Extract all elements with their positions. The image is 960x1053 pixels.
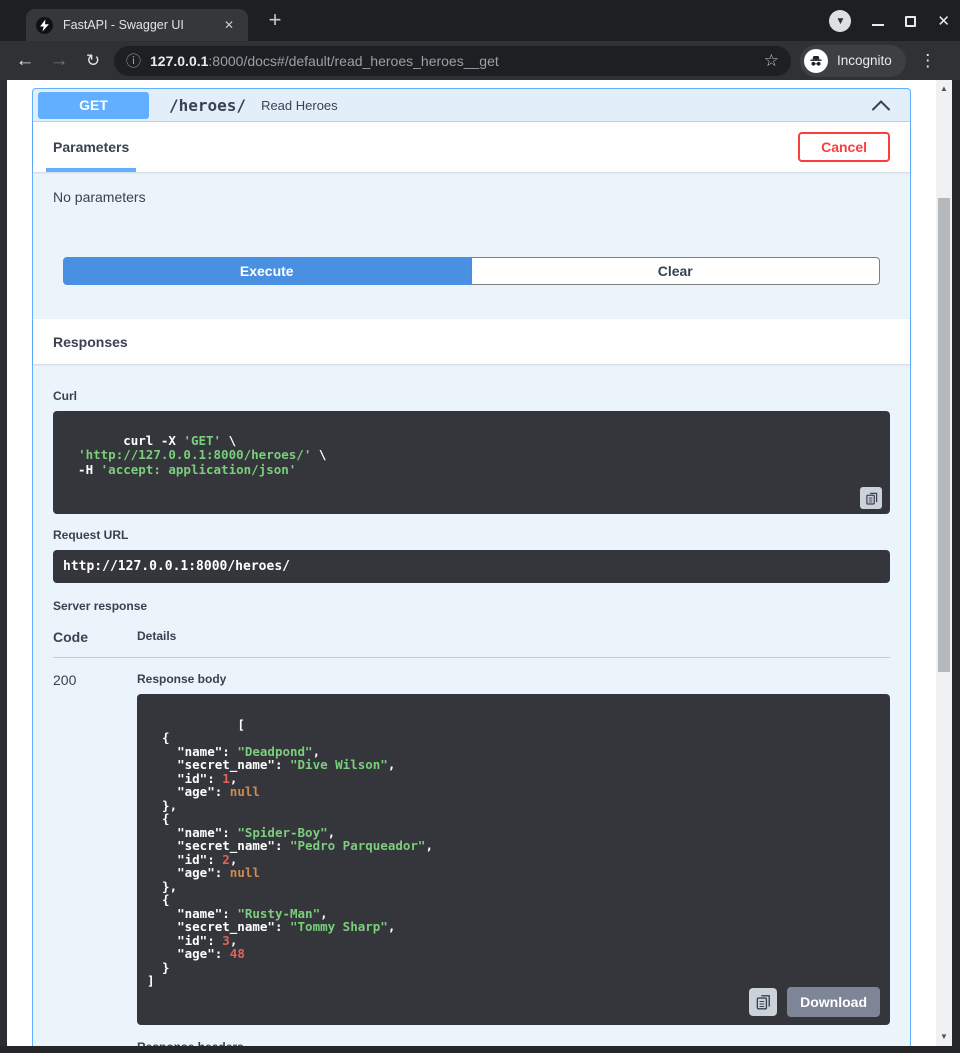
- scroll-down-arrow-icon[interactable]: ▼: [936, 1030, 952, 1044]
- tab-title: FastAPI - Swagger UI: [63, 18, 220, 32]
- browser-titlebar: FastAPI - Swagger UI ✕ + ▼ ✕: [0, 0, 960, 41]
- status-code: 200: [53, 672, 137, 1046]
- bookmark-star-icon[interactable]: ☆: [764, 51, 779, 71]
- response-body-json: [ { "name": "Deadpond", "secret_name": "…: [147, 717, 433, 989]
- tab-parameters[interactable]: Parameters: [46, 122, 136, 172]
- window-edge-right: [952, 80, 960, 1053]
- browser-tab[interactable]: FastAPI - Swagger UI ✕: [26, 9, 248, 41]
- browser-menu-icon[interactable]: ⋮: [919, 51, 937, 71]
- reload-button[interactable]: ↻: [76, 51, 110, 71]
- response-row-200: 200 Response body [ { "name": "Deadpond"…: [53, 672, 890, 1046]
- incognito-label: Incognito: [837, 53, 892, 68]
- copy-curl-button[interactable]: [860, 487, 882, 509]
- details-column-header: Details: [137, 629, 176, 645]
- curl-code: curl -X 'GET' \ 'http://127.0.0.1:8000/h…: [53, 411, 890, 514]
- cancel-button[interactable]: Cancel: [798, 132, 890, 162]
- response-body-code: [ { "name": "Deadpond", "secret_name": "…: [137, 694, 890, 1025]
- incognito-badge: Incognito: [800, 45, 906, 77]
- download-button[interactable]: Download: [787, 987, 880, 1017]
- scroll-up-arrow-icon[interactable]: ▲: [936, 82, 952, 96]
- swagger-page: GET /heroes/ Read Heroes Parameters Canc…: [7, 80, 936, 1046]
- no-parameters-text: No parameters: [33, 172, 910, 222]
- url-bar[interactable]: ⓘ 127.0.0.1:8000/docs#/default/read_hero…: [114, 46, 791, 76]
- http-method-badge: GET: [38, 92, 149, 119]
- copy-response-button[interactable]: [749, 988, 777, 1016]
- execute-button[interactable]: Execute: [63, 257, 471, 285]
- url-text: 127.0.0.1:8000/docs#/default/read_heroes…: [150, 53, 499, 69]
- page-scrollbar[interactable]: ▲ ▼: [936, 80, 952, 1046]
- tab-close-icon[interactable]: ✕: [220, 16, 238, 34]
- window-edge-left: [0, 80, 7, 1046]
- response-body-label: Response body: [137, 672, 890, 686]
- scrollbar-thumb[interactable]: [938, 198, 950, 672]
- new-tab-button[interactable]: +: [262, 7, 288, 33]
- minimize-button[interactable]: [872, 24, 884, 26]
- endpoint-summary: Read Heroes: [261, 98, 338, 113]
- response-table-header: Code Details: [53, 629, 890, 658]
- parameters-header: Parameters Cancel: [33, 122, 910, 172]
- back-button[interactable]: ←: [8, 50, 42, 72]
- parameters-tab-label: Parameters: [53, 139, 129, 155]
- tab-search-icon[interactable]: ▼: [829, 10, 851, 32]
- curl-label: Curl: [53, 389, 890, 403]
- clear-button[interactable]: Clear: [471, 257, 881, 285]
- responses-body: Curl curl -X 'GET' \ 'http://127.0.0.1:8…: [33, 364, 910, 1046]
- browser-toolbar: ← → ↻ ⓘ 127.0.0.1:8000/docs#/default/rea…: [0, 41, 960, 80]
- site-info-icon[interactable]: ⓘ: [126, 50, 141, 71]
- collapse-chevron-icon[interactable]: [871, 99, 891, 111]
- execute-wrapper: Execute Clear: [33, 222, 910, 319]
- window-edge-bottom: [0, 1046, 960, 1053]
- code-column-header: Code: [53, 629, 137, 645]
- maximize-button[interactable]: [905, 16, 916, 27]
- endpoint-path: /heroes/: [169, 96, 246, 115]
- forward-button[interactable]: →: [42, 50, 76, 72]
- responses-title: Responses: [53, 334, 128, 350]
- window-close-button[interactable]: ✕: [937, 14, 950, 29]
- opblock-get-heroes: GET /heroes/ Read Heroes Parameters Canc…: [32, 88, 911, 1046]
- opblock-summary[interactable]: GET /heroes/ Read Heroes: [33, 89, 910, 122]
- incognito-icon: [804, 49, 828, 73]
- request-url-value: http://127.0.0.1:8000/heroes/: [53, 550, 890, 583]
- fastapi-favicon-icon: [36, 17, 53, 34]
- responses-header: Responses: [33, 319, 910, 364]
- request-url-label: Request URL: [53, 528, 890, 542]
- curl-code-text: curl -X 'GET' \ 'http://127.0.0.1:8000/h…: [63, 433, 326, 476]
- server-response-label: Server response: [53, 599, 890, 613]
